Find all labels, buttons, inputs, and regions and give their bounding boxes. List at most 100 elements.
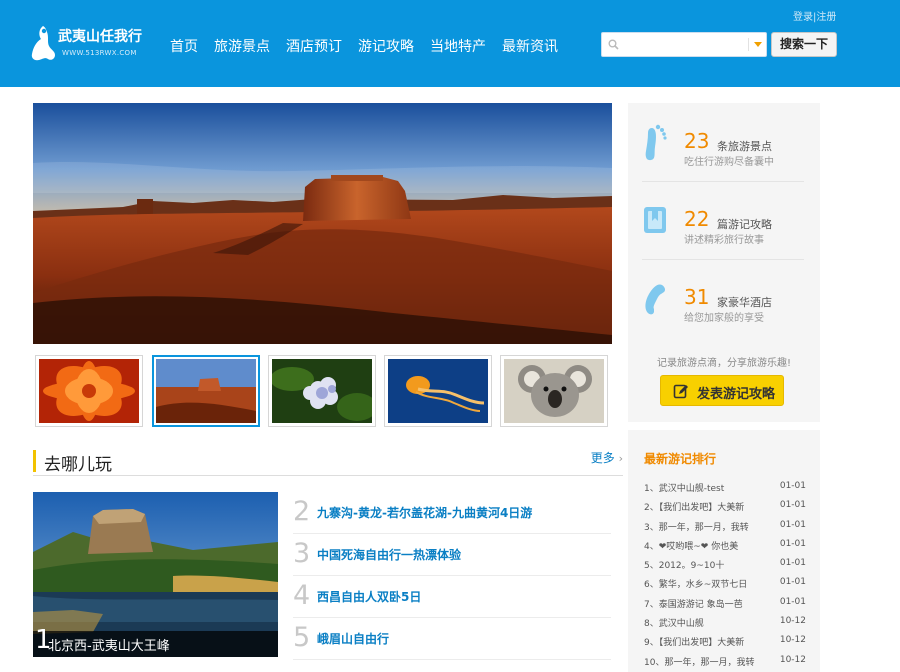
more-link[interactable]: 更多 › — [591, 449, 623, 466]
stat-number: 31 — [684, 285, 710, 309]
thumbnail-hydrangea[interactable] — [268, 355, 376, 427]
ranking-item[interactable]: 5、2012。9~10十 01-01 — [644, 555, 806, 574]
search-input[interactable] — [622, 35, 744, 54]
publish-button-label: 发表游记攻略 — [697, 387, 776, 402]
divider — [642, 181, 804, 182]
ranking-item-title[interactable]: 5、2012。9~10十 — [644, 558, 762, 571]
list-item[interactable]: 2 九寨沟-黄龙-若尔盖花湖-九曲黄河4日游 — [293, 492, 611, 534]
ranking-item[interactable]: 7、泰国游游记 象岛一芭 01-01 — [644, 594, 806, 613]
book-icon — [644, 207, 666, 233]
section-accent-bar — [33, 450, 36, 472]
trip-number: 2 — [293, 496, 311, 527]
trip-list: 2 九寨沟-黄龙-若尔盖花湖-九曲黄河4日游 3 中国死海自由行一热漂体验 4 … — [293, 492, 611, 660]
thumbnail-chrysanthemum[interactable] — [35, 355, 143, 427]
chevron-right-icon: › — [618, 452, 623, 465]
stat-attractions[interactable]: 23 条旅游景点 吃住行游购尽备囊中 — [642, 113, 804, 189]
ranking-item[interactable]: 3、那一年，那一月，我转 01-01 — [644, 517, 806, 536]
logo-figure-icon — [31, 26, 55, 61]
logo-name: 武夷山任我行 — [58, 29, 142, 45]
ranking-item-title[interactable]: 2、【我们出发吧】大美新 — [644, 500, 762, 513]
thumbnail-desert[interactable] — [152, 355, 260, 427]
stat-number: 23 — [684, 129, 710, 153]
ranking-item[interactable]: 4、❤哎哟喂~❤ 你也美 01-01 — [644, 536, 806, 555]
featured-caption: 北京西-武夷山大王峰 — [48, 639, 170, 654]
search-icon — [608, 39, 619, 50]
list-item[interactable]: 3 中国死海自由行一热漂体验 — [293, 534, 611, 576]
ranking-item-date: 01-01 — [779, 481, 806, 491]
site-logo[interactable]: 武夷山任我行 WWW.513RWX.COM — [30, 20, 145, 65]
ranking-item-date: 01-01 — [779, 519, 806, 530]
stat-number: 22 — [684, 207, 710, 231]
login-link[interactable]: 登录 — [793, 12, 813, 23]
logo-url: WWW.513RWX.COM — [62, 49, 137, 57]
publish-travel-note-button[interactable]: 发表游记攻略 — [660, 375, 784, 406]
nav-travel-guides[interactable]: 游记攻略 — [358, 36, 414, 56]
section-header: 去哪儿玩 更多 › — [33, 446, 623, 476]
ranking-item-date: 10-12 — [779, 616, 806, 627]
nav-news[interactable]: 最新资讯 — [502, 36, 558, 56]
ranking-item[interactable]: 2、【我们出发吧】大美新 01-01 — [644, 497, 806, 516]
ranking-item-title[interactable]: 7、泰国游游记 象岛一芭 — [644, 597, 762, 610]
stat-label: 条旅游景点 — [717, 140, 772, 153]
ranking-item[interactable]: 9、【我们出发吧】大美新 10-12 — [644, 632, 806, 651]
featured-caption-bar: 1 北京西-武夷山大王峰 — [33, 625, 278, 657]
ranking-item[interactable]: 6、繁华，水乡~双节七日 01-01 — [644, 574, 806, 593]
ranking-item[interactable]: 1、武汉中山舰-test 01-01 — [644, 478, 806, 497]
ranking-item-date: 10-12 — [779, 654, 806, 665]
featured-destination[interactable]: 1 北京西-武夷山大王峰 — [33, 492, 278, 657]
ranking-title: 最新游记排行 — [644, 452, 717, 466]
stat-label: 家豪华酒店 — [717, 296, 772, 309]
thumbnail-koala[interactable] — [500, 355, 608, 427]
ranking-item[interactable]: 10、那一年，那一月，我转 10-12 — [644, 652, 806, 671]
section-title: 去哪儿玩 — [44, 455, 112, 475]
ranking-item[interactable]: 8、武汉中山舰 10-12 — [644, 613, 806, 632]
hero-banner-image[interactable] — [33, 103, 612, 344]
main-nav: 首页 旅游景点 酒店预订 游记攻略 当地特产 最新资讯 — [170, 36, 574, 56]
trip-number: 3 — [293, 538, 311, 569]
trip-number: 4 — [293, 580, 311, 611]
nav-hotels[interactable]: 酒店预订 — [286, 36, 342, 56]
ranking-item-title[interactable]: 4、❤哎哟喂~❤ 你也美 — [644, 539, 762, 552]
ranking-item-date: 01-01 — [779, 538, 806, 549]
ranking-item-title[interactable]: 9、【我们出发吧】大美新 — [644, 635, 762, 648]
search-button[interactable]: 搜索一下 — [771, 32, 837, 57]
search-divider — [748, 38, 749, 51]
trip-title[interactable]: 九寨沟-黄龙-若尔盖花湖-九曲黄河4日游 — [317, 504, 532, 521]
ranking-item-title[interactable]: 8、武汉中山舰 — [644, 616, 762, 629]
thumbnail-strip — [35, 355, 613, 427]
stats-panel: 23 条旅游景点 吃住行游购尽备囊中 22 篇游记攻略 讲述精彩旅行故事 31 … — [628, 103, 820, 422]
footprint-icon — [645, 124, 667, 161]
stat-travel-notes[interactable]: 22 篇游记攻略 讲述精彩旅行故事 — [642, 191, 804, 267]
ranking-item-date: 01-01 — [779, 558, 806, 569]
more-label: 更多 — [590, 451, 615, 465]
latest-travel-notes-ranking: 最新游记排行 1、武汉中山舰-test 01-01 2、【我们出发吧】大美新 01-… — [628, 430, 820, 672]
search-dropdown-arrow-icon[interactable] — [754, 42, 762, 47]
slogan-text: 记录旅游点滴，分享旅游乐趣! — [656, 358, 791, 369]
register-link[interactable]: 注册 — [816, 12, 836, 23]
list-item[interactable]: 4 西昌自由人双卧5日 — [293, 576, 611, 618]
ranking-item-title[interactable]: 10、那一年，那一月，我转 — [644, 655, 762, 668]
stat-hotels[interactable]: 31 家豪华酒店 给您加家般的享受 — [642, 269, 804, 345]
nav-attractions[interactable]: 旅游景点 — [214, 36, 270, 56]
ranking-item-title[interactable]: 3、那一年，那一月，我转 — [644, 520, 762, 533]
ranking-item-date: 01-01 — [779, 596, 806, 607]
thumbnail-jellyfish[interactable] — [384, 355, 492, 427]
ranking-item-date: 10-12 — [779, 635, 806, 646]
ranking-item-date: 01-01 — [779, 577, 806, 588]
trip-number: 5 — [293, 622, 311, 653]
nav-home[interactable]: 首页 — [170, 36, 198, 56]
ranking-item-title[interactable]: 1、武汉中山舰-test — [644, 481, 762, 494]
ranking-item-date: 01-01 — [779, 500, 806, 511]
nav-local-products[interactable]: 当地特产 — [430, 36, 486, 56]
ranking-item-title[interactable]: 6、繁华，水乡~双节七日 — [644, 577, 762, 590]
stat-description: 给您加家般的享受 — [684, 313, 764, 324]
auth-links: 登录|注册 — [793, 8, 836, 23]
trip-title[interactable]: 中国死海自由行一热漂体验 — [317, 546, 461, 563]
ranking-list: 1、武汉中山舰-test 01-01 2、【我们出发吧】大美新 01-01 3、那一… — [644, 478, 806, 671]
stat-description: 吃住行游购尽备囊中 — [684, 157, 774, 168]
list-item[interactable]: 5 峨眉山自由行 — [293, 618, 611, 660]
trip-title[interactable]: 西昌自由人双卧5日 — [317, 588, 421, 605]
trip-title[interactable]: 峨眉山自由行 — [317, 630, 389, 647]
search-box — [601, 32, 767, 57]
site-header: 武夷山任我行 WWW.513RWX.COM 首页 旅游景点 酒店预订 游记攻略 … — [0, 0, 900, 87]
